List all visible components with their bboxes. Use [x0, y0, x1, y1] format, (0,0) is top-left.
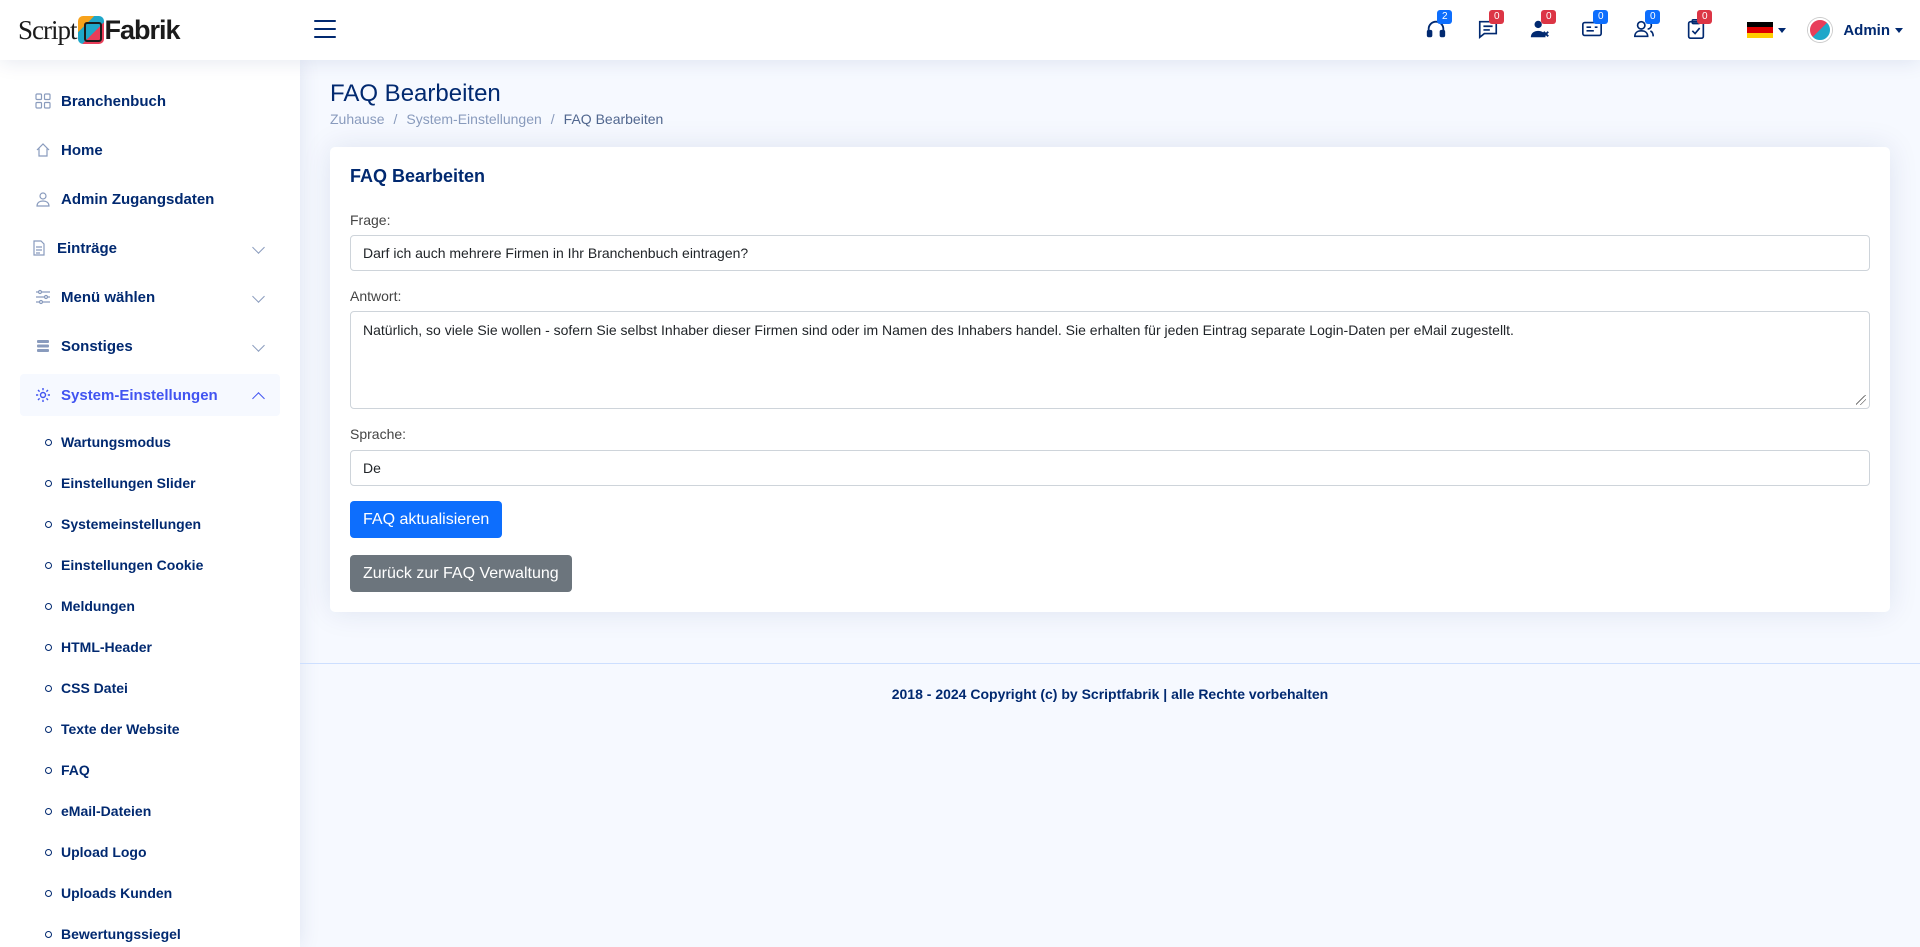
answer-label: Antwort: [350, 288, 402, 304]
breadcrumb: Zuhause / System-Einstellungen / FAQ Bea… [330, 111, 663, 127]
footer-divider [300, 663, 1920, 664]
sidebar-subitem-einstellungen-slider[interactable]: Einstellungen Slider [59, 471, 196, 495]
sidebar-item-label: Home [61, 141, 103, 159]
resize-handle-icon[interactable] [1856, 395, 1866, 405]
house-icon [35, 142, 51, 158]
breadcrumb-separator: / [393, 111, 398, 127]
chevron-down-icon [1895, 27, 1903, 33]
notification-badge: 0 [1541, 10, 1557, 24]
page-title: FAQ Bearbeiten [330, 80, 501, 107]
sidebar-item-system-einstellungen[interactable]: System-Einstellungen [20, 374, 280, 416]
card-icon[interactable]: 0 [1581, 10, 1609, 42]
person-icon [35, 191, 51, 207]
top-header: Script Fabrik 2 0 0 0 0 0 Admin [0, 0, 1920, 60]
gear-icon [35, 387, 51, 403]
breadcrumb-current: FAQ Bearbeiten [563, 111, 664, 127]
footer-copyright: 2018 - 2024 Copyright (c) by Scriptfabri… [891, 686, 1329, 702]
notification-badge: 0 [1489, 10, 1505, 24]
sidebar-subitem-html-header[interactable]: HTML-Header [59, 635, 152, 659]
sidebar-item-home[interactable]: Home [20, 129, 280, 171]
file-icon [31, 240, 47, 256]
sidebar-subitem-uploads-kunden[interactable]: Uploads Kunden [59, 881, 172, 905]
sidebar-item-label: Admin Zugangsdaten [61, 190, 215, 208]
back-to-faq-button[interactable]: Zurück zur FAQ Verwaltung [350, 555, 572, 592]
language-input[interactable]: De [350, 450, 1870, 486]
sidebar-item-label: System-Einstellungen [61, 386, 218, 404]
sidebar-item-admin-zugangsdaten[interactable]: Admin Zugangsdaten [20, 178, 280, 220]
sidebar-subitem-wartungsmodus[interactable]: Wartungsmodus [59, 430, 171, 454]
sliders-icon [35, 289, 51, 305]
language-label: Sprache: [350, 426, 407, 442]
sidebar-item-sonstiges[interactable]: Sonstiges [20, 325, 280, 367]
sidebar-subitem-bewertungssiegel[interactable]: Bewertungssiegel [59, 922, 181, 946]
users-icon[interactable]: 0 [1633, 10, 1661, 42]
sidebar-toggle-icon[interactable] [314, 20, 336, 40]
answer-text: Natürlich, so viele Sie wollen - sofern … [363, 322, 1514, 338]
chevron-down-icon [252, 339, 265, 352]
breadcrumb-system-einstellungen[interactable]: System-Einstellungen [406, 111, 541, 127]
sidebar-item-label: Menü wählen [61, 288, 156, 306]
card-title: FAQ Bearbeiten [350, 166, 486, 186]
faq-edit-card: FAQ Bearbeiten Frage: Darf ich auch mehr… [330, 147, 1890, 612]
question-label: Frage: [350, 212, 391, 228]
sidebar-item-eintraege[interactable]: Einträge [20, 227, 280, 269]
sidebar-subitem-upload-logo[interactable]: Upload Logo [59, 840, 147, 864]
sidebar-subitem-texte-der-website[interactable]: Texte der Website [59, 717, 180, 741]
chevron-down-icon [252, 290, 265, 303]
logo-fabrik-text: Fabrik [104, 14, 181, 45]
sidebar-subitem-css-datei[interactable]: CSS Datei [59, 676, 128, 700]
avatar[interactable] [1808, 18, 1833, 42]
chevron-up-icon [252, 392, 265, 405]
header-nav: 2 0 0 0 0 0 Admin [1425, 0, 1920, 60]
user-menu[interactable]: Admin [1843, 22, 1903, 39]
grid-icon [35, 93, 51, 109]
breadcrumb-home[interactable]: Zuhause [330, 111, 384, 127]
language-flag-de[interactable] [1747, 22, 1774, 38]
sidebar-subitem-email-dateien[interactable]: eMail-Dateien [59, 799, 151, 823]
notification-badge: 0 [1593, 10, 1609, 24]
sidebar-subitem-faq[interactable]: FAQ [59, 758, 90, 782]
sidebar-item-label: Einträge [57, 239, 118, 257]
chat-icon[interactable]: 0 [1477, 10, 1505, 42]
headset-icon[interactable]: 2 [1425, 10, 1453, 42]
question-input[interactable]: Darf ich auch mehrere Firmen in Ihr Bran… [350, 235, 1870, 271]
breadcrumb-separator: / [550, 111, 555, 127]
notification-badge: 0 [1645, 10, 1661, 24]
stack-icon [35, 338, 51, 354]
logo[interactable]: Script Fabrik [18, 12, 181, 48]
sidebar-item-label: Sonstiges [61, 337, 133, 355]
answer-textarea[interactable]: Natürlich, so viele Sie wollen - sofern … [350, 311, 1870, 409]
sidebar: Branchenbuch Home Admin Zugangsdaten Ein… [0, 60, 300, 947]
sidebar-subitem-einstellungen-cookie[interactable]: Einstellungen Cookie [59, 553, 203, 577]
notification-badge: 0 [1697, 10, 1713, 24]
sidebar-item-label: Branchenbuch [61, 92, 167, 110]
logo-mark-icon [77, 16, 104, 44]
chevron-down-icon [252, 241, 265, 254]
language-dropdown-icon[interactable] [1778, 27, 1787, 33]
clipboard-check-icon[interactable]: 0 [1685, 10, 1713, 42]
sidebar-subitem-meldungen[interactable]: Meldungen [59, 594, 135, 618]
sidebar-subitem-systemeinstellungen[interactable]: Systemeinstellungen [59, 512, 201, 536]
user-name: Admin [1843, 21, 1890, 39]
logo-script-text: Script [18, 14, 77, 45]
update-faq-button[interactable]: FAQ aktualisieren [350, 501, 503, 538]
user-x-icon[interactable]: 0 [1529, 10, 1557, 42]
notification-badge: 2 [1437, 10, 1453, 24]
sidebar-item-menue-waehlen[interactable]: Menü wählen [20, 276, 280, 318]
sidebar-item-branchenbuch[interactable]: Branchenbuch [20, 80, 280, 122]
